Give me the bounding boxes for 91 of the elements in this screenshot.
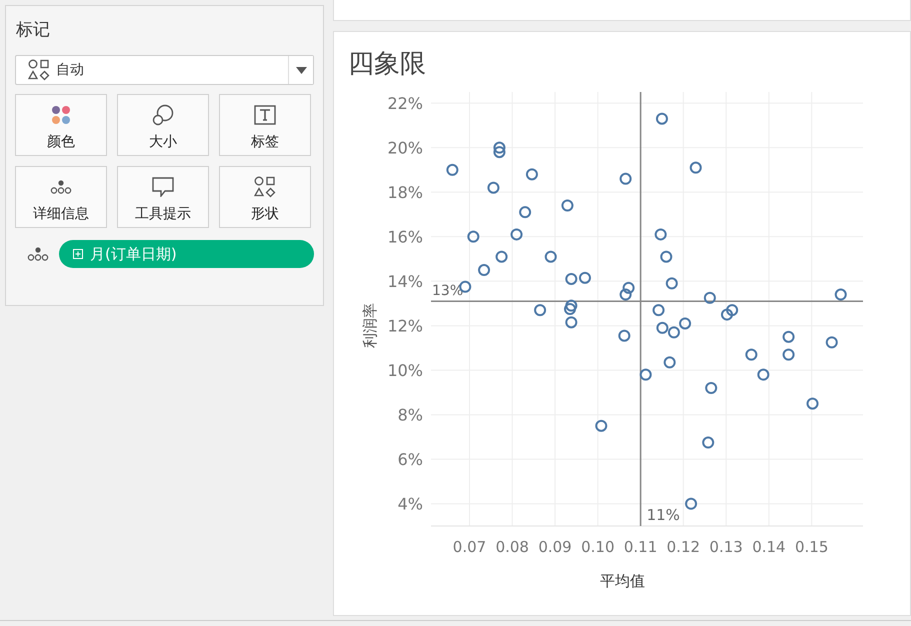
data-point bbox=[656, 322, 668, 334]
data-point bbox=[544, 250, 557, 263]
mark-type-dropdown[interactable]: 自动 bbox=[15, 55, 314, 85]
data-point bbox=[745, 348, 758, 361]
data-point bbox=[685, 498, 698, 510]
y-tick-label: 10% bbox=[387, 361, 423, 380]
y-tick-label: 20% bbox=[387, 138, 423, 158]
x-tick-label: 0.10 bbox=[581, 538, 615, 556]
sheet-title: 四象限 bbox=[348, 48, 426, 81]
x-tick-label: 0.09 bbox=[538, 538, 572, 556]
data-point bbox=[487, 182, 500, 194]
text-icon bbox=[254, 105, 276, 125]
data-point bbox=[493, 146, 506, 158]
data-point bbox=[496, 250, 508, 263]
data-point bbox=[834, 288, 847, 301]
x-tick-label: 0.14 bbox=[752, 538, 786, 556]
color-dots-icon bbox=[51, 105, 71, 125]
data-point bbox=[782, 348, 795, 361]
data-point bbox=[679, 317, 692, 330]
data-point bbox=[704, 292, 716, 304]
data-point bbox=[510, 228, 523, 240]
data-point bbox=[493, 142, 506, 154]
data-point bbox=[561, 200, 574, 212]
y-tick-label: 12% bbox=[387, 316, 423, 336]
data-point bbox=[620, 288, 632, 301]
data-point bbox=[656, 112, 668, 125]
data-point bbox=[565, 272, 578, 285]
y-tick-label: 4% bbox=[398, 494, 423, 514]
dropdown-button[interactable] bbox=[288, 56, 313, 84]
mark-card[interactable]: 形状 bbox=[219, 166, 311, 228]
data-point bbox=[640, 368, 652, 381]
shapes-icon bbox=[254, 176, 276, 198]
data-point bbox=[467, 230, 480, 243]
data-point bbox=[702, 436, 714, 449]
data-point bbox=[595, 420, 608, 432]
x-axis-title: 平均值 bbox=[600, 572, 645, 589]
data-point bbox=[519, 206, 532, 218]
mark-card[interactable]: 颜色 bbox=[15, 94, 107, 156]
data-point bbox=[666, 277, 678, 290]
data-point bbox=[565, 300, 578, 312]
data-point bbox=[826, 336, 838, 348]
caret-icon bbox=[296, 66, 306, 74]
y-tick-label: 14% bbox=[387, 272, 423, 292]
y-tick-label: 18% bbox=[387, 183, 423, 202]
x-tick-label: 0.08 bbox=[496, 538, 529, 556]
shapes-icon bbox=[28, 59, 50, 81]
x-tick-label: 0.12 bbox=[666, 538, 700, 556]
x-tick-label: 0.07 bbox=[452, 538, 486, 556]
data-point bbox=[806, 398, 819, 410]
panel-title: 标记 bbox=[16, 19, 50, 41]
data-point bbox=[618, 330, 630, 342]
data-point bbox=[565, 316, 578, 328]
data-point bbox=[757, 368, 770, 381]
data-point bbox=[446, 164, 458, 176]
speech-bubble-icon bbox=[152, 177, 174, 197]
y-axis-title: 利润率 bbox=[361, 303, 379, 348]
data-point bbox=[534, 304, 546, 316]
data-point bbox=[526, 168, 538, 180]
mark-card[interactable]: 详细信息 bbox=[15, 166, 107, 228]
data-point bbox=[705, 382, 718, 394]
mark-card[interactable]: 工具提示 bbox=[117, 166, 209, 228]
reference-label: 11% bbox=[646, 506, 680, 524]
y-tick-label: 16% bbox=[387, 228, 423, 247]
dots-icon bbox=[50, 180, 72, 194]
reference-label: 13% bbox=[432, 283, 464, 300]
dropdown-value: 自动 bbox=[56, 61, 84, 79]
mark-card[interactable]: 标签 bbox=[219, 94, 311, 156]
y-tick-label: 8% bbox=[398, 406, 423, 425]
dots-icon bbox=[27, 247, 49, 261]
x-tick-label: 0.13 bbox=[709, 538, 743, 556]
data-point bbox=[478, 264, 490, 276]
data-point bbox=[720, 308, 733, 321]
y-tick-label: 22% bbox=[387, 94, 423, 114]
data-point bbox=[652, 304, 665, 316]
data-point bbox=[620, 172, 632, 185]
data-point bbox=[654, 228, 667, 240]
x-tick-label: 0.11 bbox=[624, 538, 658, 556]
circles-icon bbox=[152, 104, 174, 126]
data-point bbox=[564, 303, 576, 315]
x-tick-label: 0.15 bbox=[794, 538, 828, 556]
data-point bbox=[668, 326, 680, 338]
data-point bbox=[690, 162, 702, 174]
data-point bbox=[664, 356, 676, 368]
mark-card[interactable]: 大小 bbox=[117, 94, 209, 156]
data-point bbox=[578, 272, 591, 284]
y-tick-label: 6% bbox=[398, 450, 423, 470]
data-point bbox=[622, 282, 635, 294]
data-point bbox=[660, 250, 672, 263]
data-point bbox=[782, 330, 795, 343]
data-point bbox=[726, 304, 738, 316]
plus-box-icon bbox=[73, 249, 83, 259]
